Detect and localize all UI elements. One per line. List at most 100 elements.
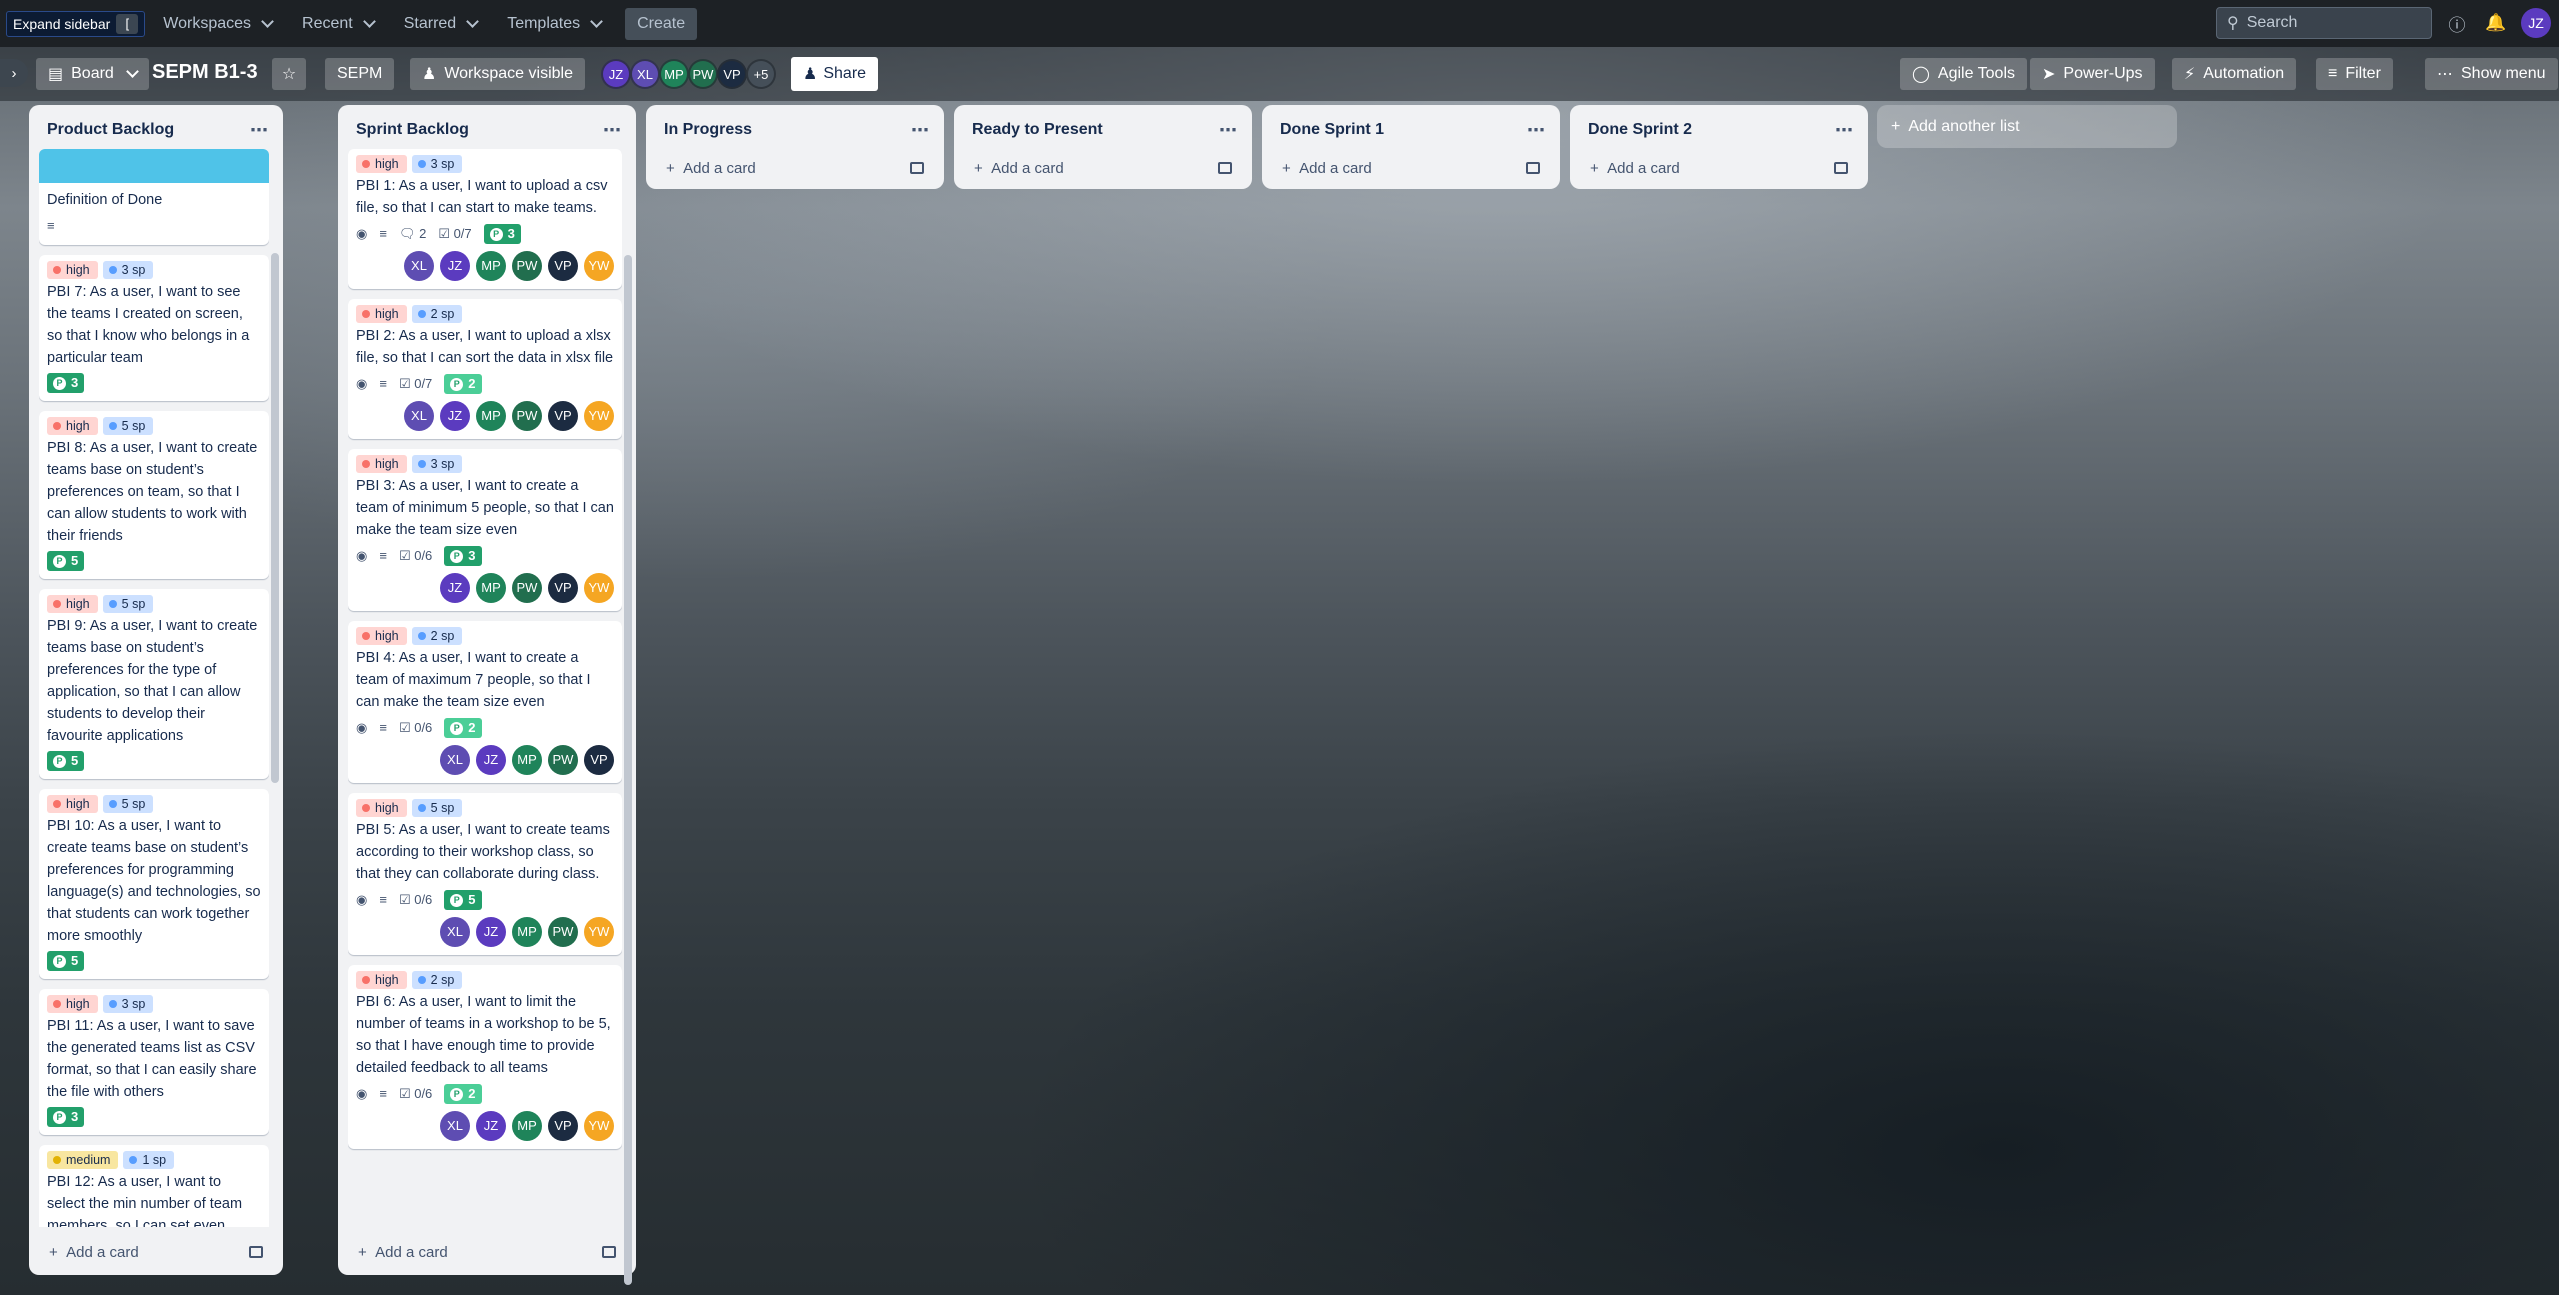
card-template-icon[interactable] (602, 1246, 616, 1258)
nav-templates[interactable]: Templates (495, 8, 613, 40)
avatar[interactable]: PW (548, 745, 578, 775)
card-template-icon[interactable] (1834, 162, 1848, 174)
more-members-button[interactable]: +5 (746, 59, 776, 89)
show-menu-button[interactable]: ⋯ Show menu (2425, 58, 2558, 90)
avatar[interactable]: MP (512, 917, 542, 947)
avatar[interactable]: JZ (601, 59, 631, 89)
list-menu-icon[interactable]: ⋯ (250, 120, 269, 141)
list-title[interactable]: In Progress (664, 121, 752, 139)
nav-starred[interactable]: Starred (392, 8, 489, 40)
list-menu-icon[interactable]: ⋯ (1219, 120, 1238, 141)
powerups-button[interactable]: ➤ Power-Ups (2030, 58, 2155, 90)
list-menu-icon[interactable]: ⋯ (911, 120, 930, 141)
chevron-right-icon[interactable]: › (0, 59, 28, 87)
workspace-button[interactable]: SEPM (325, 58, 395, 90)
avatar[interactable]: JZ (476, 745, 506, 775)
share-button[interactable]: ♟ Share (791, 57, 879, 91)
card[interactable]: medium 1 sp PBI 12: As a user, I want to … (39, 1145, 269, 1227)
avatar[interactable]: YW (584, 251, 614, 281)
card[interactable]: high 5 sp PBI 9: As a user, I want to cre… (39, 589, 269, 779)
add-card-button[interactable]: + Add a card (43, 1237, 269, 1267)
avatar[interactable]: JZ (476, 1111, 506, 1141)
avatar[interactable]: VP (548, 401, 578, 431)
avatar[interactable]: VP (548, 573, 578, 603)
card[interactable]: high 2 sp PBI 6: As a user, I want to lim… (348, 965, 622, 1149)
account-avatar[interactable]: JZ (2521, 8, 2551, 38)
board-title[interactable]: SEPM B1-3 (152, 61, 258, 84)
avatar[interactable]: XL (404, 401, 434, 431)
card[interactable]: high 5 sp PBI 10: As a user, I want to cr… (39, 789, 269, 979)
avatar[interactable]: PW (512, 401, 542, 431)
avatar[interactable]: PW (512, 251, 542, 281)
list-menu-icon[interactable]: ⋯ (1527, 120, 1546, 141)
avatar[interactable]: MP (476, 573, 506, 603)
card[interactable]: high 2 sp PBI 4: As a user, I want to cre… (348, 621, 622, 783)
add-card-button[interactable]: + Add a card (1584, 153, 1854, 183)
avatar[interactable]: PW (688, 59, 718, 89)
avatar[interactable]: PW (512, 573, 542, 603)
list-title[interactable]: Ready to Present (972, 121, 1103, 139)
nav-workspaces[interactable]: Workspaces (151, 8, 284, 40)
card[interactable]: high 3 sp PBI 11: As a user, I want to sa… (39, 989, 269, 1135)
list-title[interactable]: Done Sprint 2 (1588, 121, 1692, 139)
add-list-button[interactable]: + Add another list (1877, 105, 2177, 148)
board-view-switcher[interactable]: ▤ Board (36, 58, 149, 90)
list-menu-icon[interactable]: ⋯ (1835, 120, 1854, 141)
bell-icon[interactable]: 🔔 (2485, 12, 2507, 34)
add-card-button[interactable]: + Add a card (660, 153, 930, 183)
avatar[interactable]: MP (512, 745, 542, 775)
card-template-icon[interactable] (910, 162, 924, 174)
card[interactable]: Definition of Done ≡ (39, 149, 269, 245)
search-input[interactable]: ⚲ Search (2216, 7, 2432, 39)
create-button[interactable]: Create (625, 7, 698, 40)
scrollbar[interactable] (624, 255, 632, 1285)
list-title[interactable]: Done Sprint 1 (1280, 121, 1384, 139)
avatar[interactable]: JZ (476, 917, 506, 947)
automation-button[interactable]: ⚡ Automation (2172, 58, 2297, 90)
avatar[interactable]: VP (717, 59, 747, 89)
avatar[interactable]: XL (404, 251, 434, 281)
avatar[interactable]: YW (584, 1111, 614, 1141)
avatar[interactable]: XL (440, 1111, 470, 1141)
avatar[interactable]: XL (440, 745, 470, 775)
card-template-icon[interactable] (1218, 162, 1232, 174)
agile-tools-button[interactable]: ◯ Agile Tools (1900, 58, 2027, 90)
avatar[interactable]: YW (584, 401, 614, 431)
card-template-icon[interactable] (249, 1246, 263, 1258)
scrollbar[interactable] (271, 253, 279, 783)
avatar[interactable]: VP (548, 251, 578, 281)
avatar[interactable]: XL (440, 917, 470, 947)
avatar[interactable]: JZ (440, 573, 470, 603)
avatar[interactable]: XL (630, 59, 660, 89)
avatar[interactable]: PW (548, 917, 578, 947)
card[interactable]: high 3 sp PBI 7: As a user, I want to see… (39, 255, 269, 401)
card[interactable]: high 5 sp PBI 8: As a user, I want to cre… (39, 411, 269, 579)
avatar[interactable]: VP (584, 745, 614, 775)
avatar[interactable]: MP (476, 401, 506, 431)
visibility-button[interactable]: ♟ Workspace visible (410, 58, 585, 90)
add-card-button[interactable]: + Add a card (1276, 153, 1546, 183)
list-title[interactable]: Product Backlog (47, 121, 174, 139)
card[interactable]: high 5 sp PBI 5: As a user, I want to cre… (348, 793, 622, 955)
nav-recent[interactable]: Recent (290, 8, 386, 40)
card[interactable]: high 3 sp PBI 3: As a user, I want to cre… (348, 449, 622, 611)
avatar[interactable]: YW (584, 573, 614, 603)
avatar[interactable]: MP (476, 251, 506, 281)
card[interactable]: high 2 sp PBI 2: As a user, I want to upl… (348, 299, 622, 439)
avatar[interactable]: JZ (440, 401, 470, 431)
list-title[interactable]: Sprint Backlog (356, 121, 469, 139)
avatar[interactable]: MP (512, 1111, 542, 1141)
card-template-icon[interactable] (1526, 162, 1540, 174)
star-icon[interactable]: ☆ (272, 58, 306, 90)
avatar[interactable]: VP (548, 1111, 578, 1141)
expand-sidebar-button[interactable]: Expand sidebar [ (6, 10, 146, 37)
list-menu-icon[interactable]: ⋯ (603, 120, 622, 141)
avatar[interactable]: JZ (440, 251, 470, 281)
add-card-button[interactable]: + Add a card (352, 1237, 622, 1267)
info-icon[interactable]: ⓘ (2446, 12, 2468, 35)
avatar[interactable]: YW (584, 917, 614, 947)
add-card-button[interactable]: + Add a card (968, 153, 1238, 183)
card[interactable]: high 3 sp PBI 1: As a user, I want to upl… (348, 149, 622, 289)
filter-button[interactable]: ≡ Filter (2316, 58, 2393, 90)
avatar[interactable]: MP (659, 59, 689, 89)
